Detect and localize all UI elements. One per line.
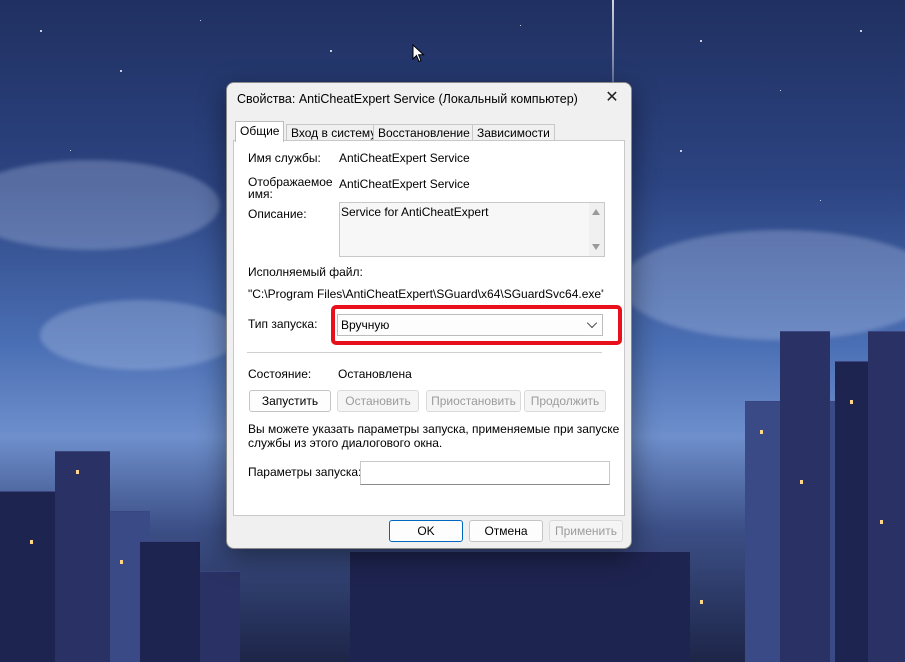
start-params-hint-line2: службы из этого диалогового окна.	[248, 436, 443, 450]
description-label: Описание:	[248, 207, 307, 221]
display-name-label-line2: имя:	[248, 187, 273, 201]
resume-service-button[interactable]: Продолжить	[524, 390, 606, 412]
start-params-input[interactable]	[360, 461, 610, 485]
ok-button[interactable]: OK	[389, 520, 463, 542]
divider	[247, 352, 602, 353]
tab-general[interactable]: Общие	[235, 121, 285, 142]
status-value: Остановлена	[338, 367, 412, 381]
service-properties-dialog: Свойства: AntiCheatExpert Service (Локал…	[226, 82, 632, 549]
cancel-button[interactable]: Отмена	[469, 520, 543, 542]
scroll-down-icon[interactable]	[592, 244, 600, 250]
pause-service-button[interactable]: Приостановить	[426, 390, 521, 412]
description-scrollbar[interactable]	[589, 203, 604, 256]
status-label: Состояние:	[248, 367, 312, 381]
service-name-value: AntiCheatExpert Service	[339, 151, 470, 165]
description-textbox[interactable]: Service for AntiCheatExpert	[339, 202, 605, 257]
stop-service-button[interactable]: Остановить	[337, 390, 419, 412]
startup-type-label: Тип запуска:	[248, 317, 318, 331]
apply-button[interactable]: Применить	[549, 520, 623, 542]
scroll-up-icon[interactable]	[592, 209, 600, 215]
close-button[interactable]: ✕	[601, 88, 623, 108]
start-params-hint-line1: Вы можете указать параметры запуска, при…	[248, 422, 620, 436]
service-name-label: Имя службы:	[248, 151, 321, 165]
display-name-value: AntiCheatExpert Service	[339, 177, 470, 191]
executable-label: Исполняемый файл:	[248, 265, 363, 279]
description-text: Service for AntiCheatExpert	[341, 205, 489, 219]
general-tab-panel: Имя службы: AntiCheatExpert Service Отоб…	[233, 140, 625, 516]
start-service-button[interactable]: Запустить	[249, 390, 331, 412]
dialog-title: Свойства: AntiCheatExpert Service (Локал…	[237, 92, 578, 106]
annotation-highlight-box	[331, 305, 622, 345]
mouse-cursor-icon	[412, 44, 425, 63]
start-params-label: Параметры запуска:	[248, 465, 362, 479]
title-bar[interactable]: Свойства: AntiCheatExpert Service (Локал…	[227, 83, 631, 113]
executable-path: "C:\Program Files\AntiCheatExpert\SGuard…	[248, 287, 604, 301]
